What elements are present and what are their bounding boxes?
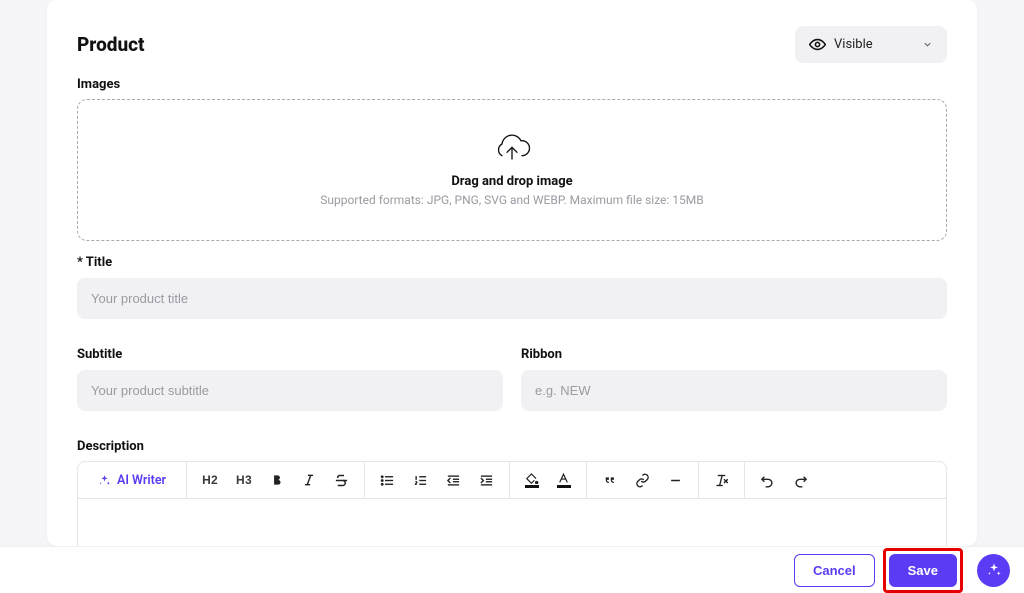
bold-button[interactable]: [261, 465, 293, 495]
clear-formatting-button[interactable]: [705, 465, 738, 495]
indent-icon: [479, 473, 494, 488]
h2-label: H2: [202, 473, 218, 487]
sparkle-icon: [98, 474, 111, 487]
visibility-label: Visible: [834, 37, 873, 52]
dropzone-title: Drag and drop image: [451, 174, 572, 189]
save-highlight: Save: [883, 548, 963, 593]
subtitle-label: Subtitle: [77, 347, 503, 362]
ribbon-input[interactable]: [521, 370, 947, 411]
image-dropzone[interactable]: Drag and drop image Supported formats: J…: [77, 99, 947, 241]
images-label: Images: [77, 77, 947, 92]
redo-button[interactable]: [784, 465, 817, 495]
upload-cloud-icon: [492, 134, 532, 164]
text-color-button[interactable]: [548, 465, 580, 495]
indent-button[interactable]: [470, 465, 503, 495]
ai-writer-button[interactable]: AI Writer: [84, 473, 180, 488]
product-card: Product Visible Images Drag and drop: [47, 0, 977, 546]
quote-button[interactable]: [593, 465, 626, 495]
clear-format-icon: [714, 473, 729, 488]
highlight-color-button[interactable]: [516, 465, 548, 495]
description-label: Description: [77, 439, 947, 454]
strikethrough-button[interactable]: [325, 465, 358, 495]
description-section: Description AI Writer H2 H3: [77, 439, 947, 546]
editor-toolbar: AI Writer H2 H3: [77, 461, 947, 499]
list-ol-icon: [413, 473, 428, 488]
outdent-icon: [446, 473, 461, 488]
minus-icon: [668, 473, 683, 488]
title-label: * Title: [77, 255, 947, 270]
visibility-select[interactable]: Visible: [795, 26, 947, 63]
assistant-fab[interactable]: [977, 554, 1010, 587]
list-ul-icon: [380, 473, 395, 488]
page-title: Product: [77, 33, 145, 56]
quote-icon: [602, 473, 617, 488]
chevron-down-icon: [922, 39, 933, 50]
unordered-list-button[interactable]: [371, 465, 404, 495]
dropzone-subtitle: Supported formats: JPG, PNG, SVG and WEB…: [320, 193, 704, 207]
h2-button[interactable]: H2: [193, 465, 227, 495]
outdent-button[interactable]: [437, 465, 470, 495]
italic-button[interactable]: [293, 465, 325, 495]
description-editor[interactable]: [77, 499, 947, 546]
ai-writer-label: AI Writer: [117, 473, 166, 488]
ordered-list-button[interactable]: [404, 465, 437, 495]
subtitle-ribbon-row: Subtitle Ribbon: [77, 347, 947, 411]
ribbon-label: Ribbon: [521, 347, 947, 362]
undo-icon: [760, 473, 775, 488]
link-button[interactable]: [626, 465, 659, 495]
h3-button[interactable]: H3: [227, 465, 261, 495]
link-icon: [635, 473, 650, 488]
save-button[interactable]: Save: [889, 554, 957, 587]
paint-bucket-icon: [525, 472, 539, 488]
italic-icon: [302, 473, 316, 487]
footer-bar: Cancel Save: [0, 546, 1024, 593]
subtitle-input[interactable]: [77, 370, 503, 411]
redo-icon: [793, 473, 808, 488]
font-color-icon: [557, 472, 571, 488]
eye-icon: [809, 36, 826, 53]
sparkle-icon: [986, 562, 1002, 578]
strikethrough-icon: [334, 473, 349, 488]
title-input[interactable]: [77, 278, 947, 319]
h3-label: H3: [236, 473, 252, 487]
cancel-button[interactable]: Cancel: [794, 554, 875, 587]
undo-button[interactable]: [751, 465, 784, 495]
horizontal-rule-button[interactable]: [659, 465, 692, 495]
card-header: Product Visible: [77, 26, 947, 63]
bold-icon: [270, 473, 284, 487]
